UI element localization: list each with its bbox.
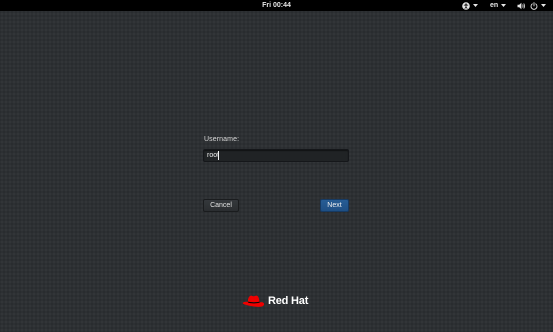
chevron-down-icon [541, 4, 546, 7]
logo-wordmark: Red Hat [268, 295, 309, 307]
username-label: Username: [204, 136, 240, 143]
chevron-down-icon [501, 4, 507, 7]
accessibility-icon [462, 1, 470, 10]
text-cursor [218, 151, 219, 160]
cancel-button[interactable]: Cancel [203, 199, 239, 212]
red-hat-icon [242, 295, 265, 307]
volume-icon [517, 2, 525, 9]
accessibility-menu[interactable] [462, 0, 478, 11]
top-bar: Fri 00:44 en [0, 0, 553, 11]
power-menu[interactable] [530, 0, 546, 11]
chevron-down-icon [473, 4, 478, 7]
volume-status[interactable] [517, 0, 526, 11]
username-input[interactable] [203, 149, 349, 162]
language-indicator: en [490, 2, 499, 9]
language-menu[interactable]: en [490, 0, 507, 11]
next-button[interactable]: Next [320, 199, 349, 212]
red-hat-logo: Red Hat [242, 292, 308, 310]
power-icon [530, 1, 538, 10]
